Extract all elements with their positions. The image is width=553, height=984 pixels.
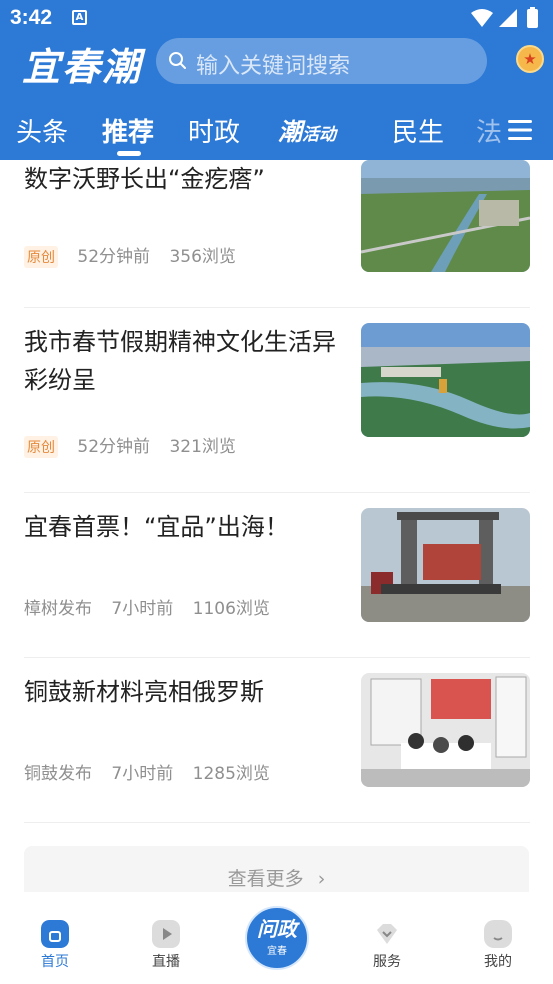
item-divider [24, 822, 530, 823]
status-icons [471, 7, 538, 28]
nav-live-label: 直播 [152, 954, 180, 970]
battery-icon [527, 9, 538, 28]
load-more-label: 查看更多 › [24, 864, 529, 891]
news-source: 铜鼓发布 [24, 764, 92, 784]
news-thumbnail [361, 673, 530, 787]
load-more-button[interactable]: 查看更多 › [24, 846, 529, 892]
nav-profile-label: 我的 [484, 954, 512, 970]
tab-shizheng[interactable]: 时政 [188, 112, 240, 149]
news-time: 52分钟前 [77, 437, 151, 457]
bottom-nav: 首页 直播 问政 宜春 服务 我的 [0, 892, 553, 984]
news-title: 铜鼓新材料亮相俄罗斯 [24, 678, 264, 706]
nav-service[interactable]: 服务 [347, 892, 427, 984]
news-thumbnail [361, 508, 530, 622]
news-feed: 数字沃野长出“金疙瘩” 原创 52分钟前 356浏览 我市春节假期精神文化生活异… [0, 160, 553, 892]
home-icon [41, 920, 69, 948]
news-thumbnail [361, 323, 530, 437]
item-divider [24, 657, 530, 658]
channel-menu-icon[interactable] [508, 116, 532, 144]
play-icon [152, 920, 180, 948]
news-views: 1106浏览 [192, 599, 270, 619]
app-header: 3:42 A 宜春潮 输入关键词搜索 ★ 头条 推荐 时政 潮活动 民生 法 [0, 0, 553, 160]
original-badge: 原创 [24, 436, 58, 458]
tab-tuijian[interactable]: 推荐 [102, 112, 154, 149]
news-thumbnail [361, 160, 530, 272]
search-icon [169, 52, 186, 69]
news-item[interactable]: 我市春节假期精神文化生活异彩纷呈 原创 52分钟前 321浏览 [24, 323, 530, 483]
news-item[interactable]: 宜春首票！“宜品”出海！ 樟树发布 7小时前 1106浏览 [24, 508, 530, 668]
diamond-icon [377, 924, 397, 944]
active-tab-indicator [117, 151, 141, 156]
profile-icon [484, 920, 512, 948]
news-meta: 樟树发布 7小时前 1106浏览 [24, 594, 284, 619]
status-time: 3:42 [10, 6, 53, 29]
status-bar: 3:42 A [0, 0, 553, 36]
news-meta: 原创 52分钟前 356浏览 [24, 242, 250, 268]
news-title: 数字沃野长出“金疙瘩” [24, 165, 265, 193]
tab-toutiao[interactable]: 头条 [16, 112, 68, 149]
wenzheng-button[interactable]: 问政 宜春 [245, 906, 309, 970]
nav-home-label: 首页 [41, 954, 69, 970]
original-badge: 原创 [24, 246, 58, 268]
item-divider [24, 492, 530, 493]
news-title: 我市春节假期精神文化生活异彩纷呈 [24, 328, 336, 394]
tab-minsheng[interactable]: 民生 [392, 112, 444, 149]
points-coin-icon[interactable]: ★ [516, 45, 544, 73]
nav-live[interactable]: 直播 [126, 892, 206, 984]
nav-service-label: 服务 [373, 954, 401, 970]
wenzheng-title: 问政 [257, 917, 297, 941]
news-views: 1285浏览 [192, 764, 270, 784]
news-time: 52分钟前 [77, 247, 151, 267]
wifi-icon [471, 9, 493, 27]
chevron-right-icon: › [317, 868, 326, 890]
news-meta: 原创 52分钟前 321浏览 [24, 432, 250, 458]
wenzheng-subtitle: 宜春 [267, 946, 287, 957]
news-item[interactable]: 数字沃野长出“金疙瘩” 原创 52分钟前 356浏览 [24, 160, 530, 305]
news-meta: 铜鼓发布 7小时前 1285浏览 [24, 759, 284, 784]
news-source: 樟树发布 [24, 599, 92, 619]
news-views: 356浏览 [169, 247, 236, 267]
app-logo: 宜春潮 [22, 44, 143, 89]
load-more-text: 查看更多 [227, 868, 304, 890]
news-item[interactable]: 铜鼓新材料亮相俄罗斯 铜鼓发布 7小时前 1285浏览 [24, 673, 530, 833]
news-time: 7小时前 [111, 764, 174, 784]
news-title: 宜春首票！“宜品”出海！ [24, 513, 289, 541]
search-input[interactable]: 输入关键词搜索 [156, 38, 487, 84]
nav-profile[interactable]: 我的 [458, 892, 538, 984]
nav-home[interactable]: 首页 [15, 892, 95, 984]
news-views: 321浏览 [169, 437, 236, 457]
tab-fazhi[interactable]: 法 [476, 112, 502, 149]
signal-icon [499, 9, 517, 27]
notification-icon: A [72, 10, 87, 25]
tab-chao-label: 潮 [278, 117, 302, 146]
tab-chao-activity[interactable]: 潮活动 [278, 112, 336, 147]
tab-activity-label: 活动 [302, 125, 336, 145]
news-time: 7小时前 [111, 599, 174, 619]
search-placeholder: 输入关键词搜索 [196, 54, 351, 79]
item-divider [24, 307, 530, 308]
channel-tabs: 头条 推荐 时政 潮活动 民生 法 [0, 104, 553, 160]
